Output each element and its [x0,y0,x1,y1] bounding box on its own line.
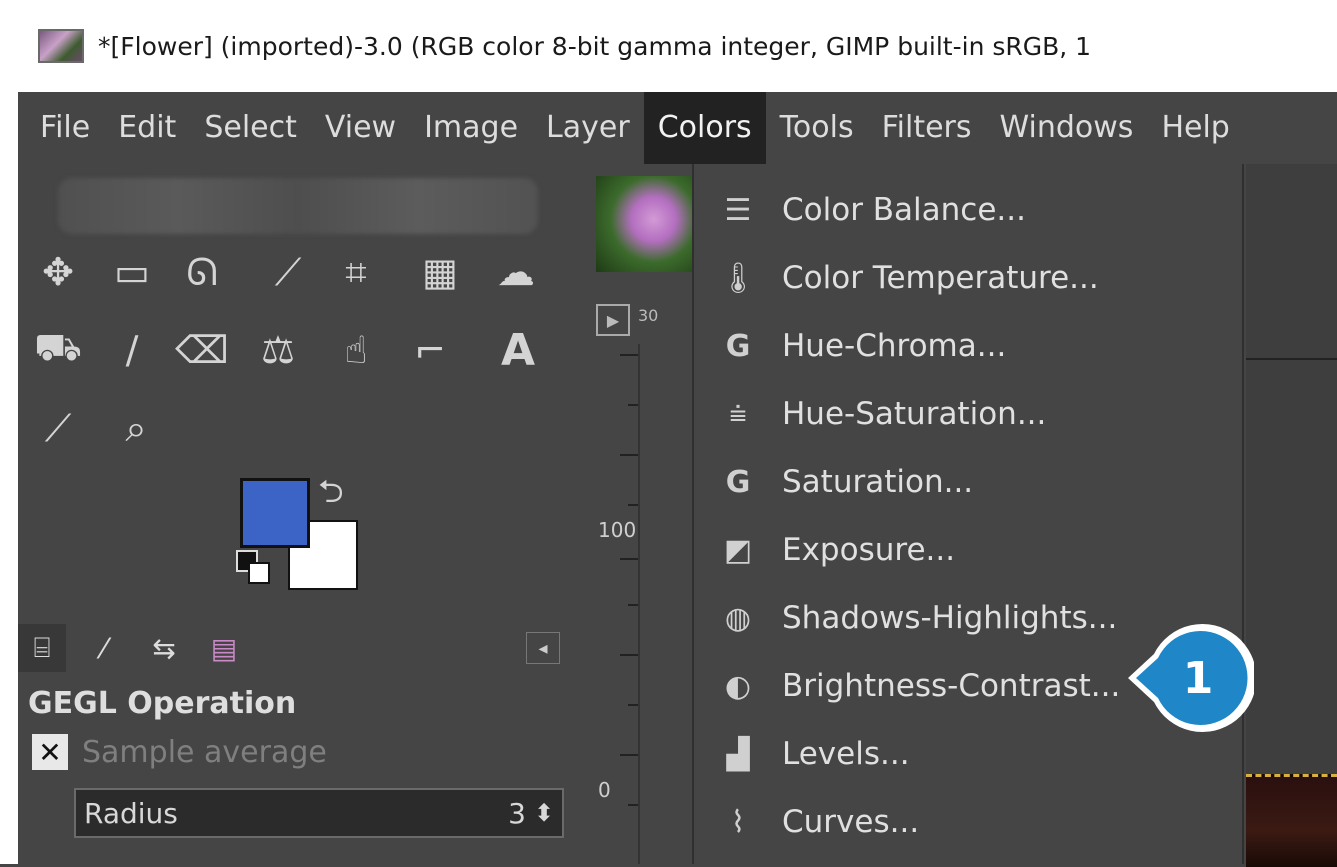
spin-arrows-icon[interactable]: ⬍ [534,799,554,827]
clone-tool-icon[interactable]: ⚖ [252,324,304,376]
menu-tools[interactable]: Tools [766,92,868,164]
navigate-icon[interactable]: ▶ [596,304,630,336]
radius-label: Radius [84,796,178,830]
menu-windows[interactable]: Windows [986,92,1148,164]
device-status-tab-icon[interactable]: ⁄ [80,624,128,672]
sample-average-row: ✕ Sample average [32,734,327,770]
foreground-color-swatch[interactable] [240,478,310,548]
horizontal-ruler [1246,330,1337,360]
menu-filters[interactable]: Filters [868,92,986,164]
menu-edit[interactable]: Edit [104,92,190,164]
menu-item-color-temperature[interactable]: 🌡 Color Temperature... [694,248,1242,308]
warp-transform-tool-icon[interactable]: ☁ [490,246,542,298]
toolbox-panel: ✥ ▭ ᘏ ⟋ ⌗ ▦ ☁ ⛟ ∕ ⌫ ⚖ ☝ ⌐ A ⟋ ⌕ ⮌ ⌸ ⁄ ⇆ … [18,164,580,864]
ruler-label-0: 0 [598,778,611,802]
app-icon [38,29,84,63]
window-title: *[Flower] (imported)-3.0 (RGB color 8-bi… [98,31,1092,61]
gegl-g-icon: G [725,464,751,500]
curves-icon: ⌇ [730,804,746,840]
sample-average-label: Sample average [82,734,327,770]
image-thumbnail[interactable] [596,176,692,272]
color-temperature-icon: 🌡 [718,260,758,296]
menu-select[interactable]: Select [190,92,311,164]
rect-select-tool-icon[interactable]: ▭ [106,246,158,298]
ruler-label-100: 100 [598,518,637,542]
menu-item-hue-saturation[interactable]: ⩧ Hue-Saturation... [694,384,1242,444]
menu-file[interactable]: File [26,92,104,164]
color-picker-tool-icon[interactable]: ⟋ [32,402,84,454]
unified-transform-tool-icon[interactable]: ▦ [414,246,466,298]
brightness-contrast-icon: ◐ [724,668,752,704]
paths-tool-icon[interactable]: ⌐ [404,324,456,376]
levels-icon: ▟ [726,736,750,772]
exposure-icon: ◩ [723,532,753,568]
menu-colors[interactable]: Colors [643,92,766,164]
tool-options-tab-icon[interactable]: ⌸ [18,624,66,672]
menu-item-exposure[interactable]: ◩ Exposure... [694,520,1242,580]
hue-saturation-icon: ⩧ [729,396,747,432]
eraser-tool-icon[interactable]: ⌫ [175,324,229,376]
sample-average-checkbox[interactable]: ✕ [32,734,68,770]
paintbrush-tool-icon[interactable]: ∕ [106,324,158,376]
dock-tab-strip: ⌸ ⁄ ⇆ ▤ ◂ [18,616,580,678]
menu-layer[interactable]: Layer [532,92,644,164]
dock-menu-icon[interactable]: ◂ [526,632,560,664]
crop-tool-icon[interactable]: ⌗ [330,246,382,298]
colors-menu-dropdown: ☰ Color Balance... 🌡 Color Temperature..… [692,164,1244,864]
undo-history-tab-icon[interactable]: ⇆ [140,624,188,672]
lasso-tool-icon[interactable]: ᘏ [176,246,228,298]
radius-value[interactable]: 3 [508,797,526,830]
images-tab-icon[interactable]: ▤ [200,624,248,672]
color-balance-icon: ☰ [724,192,752,228]
menu-item-curves[interactable]: ⌇ Curves... [694,792,1242,852]
gegl-g-icon: G [725,328,751,364]
image-window-left: ▶ 30 [580,164,700,864]
canvas-area[interactable] [1246,164,1337,867]
tool-options-title: GEGL Operation [28,686,297,721]
smudge-tool-icon[interactable]: ☝ [330,324,382,376]
left-window-edge [0,0,18,864]
menu-view[interactable]: View [311,92,410,164]
default-colors-icon[interactable] [236,550,270,584]
menu-help[interactable]: Help [1147,92,1243,164]
title-bar: *[Flower] (imported)-3.0 (RGB color 8-bi… [18,0,1337,92]
menu-item-hue-chroma[interactable]: G Hue-Chroma... [694,316,1242,376]
fuzzy-select-tool-icon[interactable]: ⟋ [262,246,314,298]
bucket-fill-tool-icon[interactable]: ⛟ [32,324,84,376]
zoom-tool-icon[interactable]: ⌕ [110,402,162,454]
menu-item-color-balance[interactable]: ☰ Color Balance... [694,180,1242,240]
move-tool-icon[interactable]: ✥ [32,246,84,298]
menu-item-saturation[interactable]: G Saturation... [694,452,1242,512]
shadows-highlights-icon: ◍ [724,600,752,636]
callout-number: 1 [1182,652,1214,704]
text-tool-icon[interactable]: A [492,324,544,376]
menu-bar: File Edit Select View Image Layer Colors… [18,92,1337,164]
menu-image[interactable]: Image [410,92,532,164]
toolbox-header [58,178,538,234]
canvas-image[interactable] [1246,774,1337,867]
ruler-top-label: 30 [638,306,659,325]
swap-colors-icon[interactable]: ⮌ [318,469,344,523]
radius-spinbox[interactable]: Radius 3 ⬍ [74,788,564,838]
